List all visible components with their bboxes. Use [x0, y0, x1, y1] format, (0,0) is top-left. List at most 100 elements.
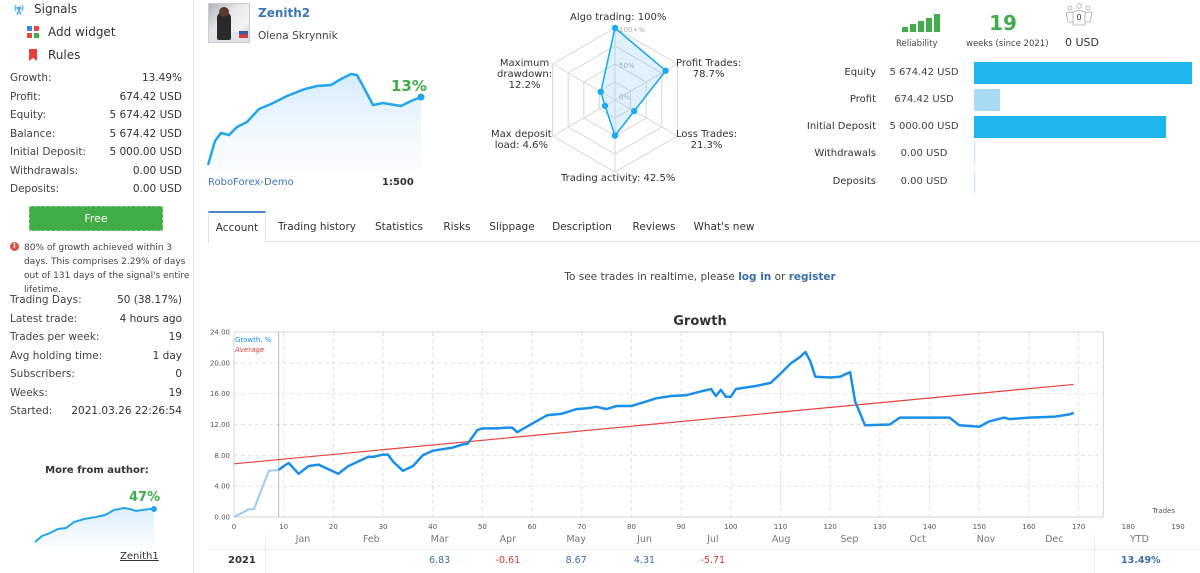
stat-row: Balance: 5 674.42 USD — [10, 128, 182, 140]
mini-chart-endpoint — [151, 506, 157, 512]
stat-value: 5 674.42 USD — [109, 109, 182, 121]
stat-label: Subscribers: — [10, 368, 75, 380]
stat-label: Initial Deposit: — [10, 146, 87, 158]
nav-label: Add widget — [48, 25, 116, 39]
radar-point — [611, 24, 619, 32]
radar-label-max-deposit-load: Max deposit load: 4.6% — [491, 129, 552, 151]
x-tick-label: 20 — [329, 523, 338, 531]
summary-value: 0.00 USD — [900, 148, 948, 159]
month-header: Jun — [637, 534, 652, 545]
stat-value: 5 674.42 USD — [109, 127, 182, 140]
mini-chart-area — [208, 74, 421, 170]
stat-label: Withdrawals: — [10, 164, 79, 177]
other-signal-link[interactable]: Zenith1 — [120, 551, 159, 562]
broker-server-link[interactable]: RoboForex-Demo — [208, 177, 294, 188]
stat-value: 0.00 USD — [132, 183, 182, 195]
author-name[interactable]: Olena Skrynnik — [258, 30, 338, 42]
stat-row: Withdrawals: 0.00 USD — [10, 165, 182, 177]
risk-radar-chart: 100+%50%0% — [552, 24, 678, 173]
signals-antenna-icon — [12, 2, 26, 16]
summary-value: 5 674.42 USD — [889, 67, 959, 78]
stat-row: Equity: 5 674.42 USD — [10, 109, 182, 121]
stat-value: 0 — [175, 368, 182, 380]
stat-label: Weeks: — [10, 386, 48, 399]
signal-name[interactable]: Zenith2 — [258, 6, 310, 20]
month-value: 4.31 — [633, 555, 656, 566]
stat-label: Growth: — [10, 72, 52, 84]
x-tick-label: 60 — [528, 523, 537, 531]
legend-average: Average — [234, 346, 264, 354]
stat-value: 2021.03.26 22:26:54 — [71, 405, 182, 417]
month-header: Sep — [840, 534, 859, 545]
summary-label: Profit — [849, 94, 876, 105]
stat-label: Deposits: — [10, 183, 60, 195]
tab-bar: Account Trading history Statistics Risks Sli… — [208, 211, 1200, 243]
nav-add-widget[interactable]: Add widget — [26, 25, 116, 39]
other-signal-mini-chart[interactable] — [30, 500, 162, 548]
tab-description[interactable]: Description — [546, 211, 618, 242]
x-tick-label: 40 — [428, 523, 437, 531]
radar-label-algo-trading: Algo trading: 100% — [570, 12, 667, 23]
warning-icon: ! — [10, 242, 19, 251]
summary-label: Deposits — [832, 176, 876, 187]
tab-slippage[interactable]: Slippage — [484, 211, 540, 242]
x-axis-label: Trades — [1151, 507, 1175, 515]
author-avatar[interactable] — [208, 3, 250, 43]
reliability-signal-icon — [902, 14, 940, 32]
stat-label: Balance: — [10, 127, 56, 140]
summary-label: Withdrawals — [814, 148, 876, 159]
subscribe-free-button[interactable]: Free — [29, 206, 163, 231]
stat-value: 5 000.00 USD — [109, 146, 182, 158]
tab-account[interactable]: Account — [208, 211, 266, 243]
month-header: Oct — [909, 534, 926, 545]
ytd-value: 13.49% — [1121, 555, 1161, 566]
month-header: Dec — [1045, 534, 1064, 545]
nav-rules[interactable]: Rules — [26, 48, 80, 62]
month-header: Apr — [499, 534, 517, 545]
summary-bar — [974, 143, 975, 165]
y-tick-label: 0.00 — [214, 514, 230, 522]
stat-row: Trading Days: 50 (38.17%) — [10, 294, 182, 306]
radar-point — [662, 67, 669, 74]
tab-trading-history[interactable]: Trading history — [274, 211, 360, 242]
svg-text:0: 0 — [1076, 13, 1081, 22]
y-tick-label: 16.00 — [210, 390, 230, 398]
reliability-label: Reliability — [896, 39, 938, 49]
x-tick-label: 130 — [873, 523, 886, 531]
radar-label-max-drawdown: Maximum drawdown: 12.2% — [497, 58, 553, 91]
tab-statistics[interactable]: Statistics — [366, 211, 432, 242]
stat-row: Growth: 13.49% — [10, 72, 182, 84]
summary-label: Initial Deposit — [806, 121, 876, 132]
x-tick-label: 0 — [232, 523, 236, 531]
month-header: May — [566, 534, 586, 545]
summary-value: 674.42 USD — [894, 94, 954, 105]
radar-label-trading-activity: Trading activity: 42.5% — [561, 173, 676, 184]
register-link[interactable]: register — [789, 271, 836, 283]
summary-label: Equity — [844, 67, 876, 78]
radar-point — [597, 88, 605, 96]
nav-label: Signals — [34, 2, 78, 16]
stat-row: Latest trade: 4 hours ago — [10, 313, 182, 325]
radar-point — [630, 107, 638, 115]
average-line — [233, 383, 1074, 465]
summary-bar — [974, 171, 975, 193]
summary-bar-row: Withdrawals 0.00 USD — [800, 143, 1200, 165]
month-header: Aug — [771, 534, 791, 545]
y-tick-label: 8.00 — [214, 452, 230, 460]
summary-bar-row: Profit 674.42 USD — [800, 89, 1200, 111]
stat-value: 50 (38.17%) — [117, 294, 182, 306]
stat-label: Started: — [10, 405, 53, 417]
nav-label: Rules — [48, 48, 81, 62]
x-tick-label: 190 — [1171, 523, 1184, 531]
tab-risks[interactable]: Risks — [434, 211, 480, 242]
stat-label: Trades per week: — [10, 331, 100, 343]
subscribers-icon: 0 — [1065, 3, 1093, 26]
login-link[interactable]: log in — [738, 271, 771, 283]
stat-value: 4 hours ago — [119, 312, 182, 325]
country-flag-icon — [239, 31, 248, 38]
tab-what-s-new[interactable]: What's new — [688, 211, 760, 242]
tab-reviews[interactable]: Reviews — [626, 211, 682, 242]
more-from-author-heading: More from author: — [45, 465, 149, 476]
summary-bar-row: Initial Deposit 5 000.00 USD — [800, 116, 1200, 138]
nav-signals[interactable]: Signals — [12, 2, 77, 16]
